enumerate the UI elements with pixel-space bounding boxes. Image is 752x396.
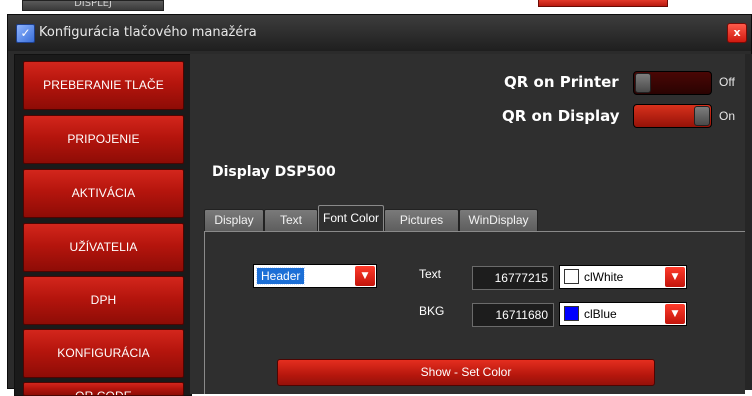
device-title: Display DSP500 xyxy=(212,164,336,180)
sidebar: PREBERANIE TLAČE PRIPOJENIE AKTIVÁCIA UŽ… xyxy=(14,54,192,396)
sidebar-item-aktivacia[interactable]: AKTIVÁCIA xyxy=(23,169,184,218)
main-panel: QR on Printer Off QR on Display On Displ… xyxy=(190,54,745,394)
background-tab: DISPLEJ xyxy=(22,0,164,11)
window-title: Konfigurácia tlačového manažéra xyxy=(39,25,257,40)
element-select[interactable]: Header ▼ xyxy=(253,264,377,288)
background-button xyxy=(538,0,668,7)
chevron-down-icon: ▼ xyxy=(665,267,685,287)
bkg-color-select[interactable]: clBlue ▼ xyxy=(559,302,687,326)
sidebar-item-dph[interactable]: DPH xyxy=(23,276,184,325)
sidebar-item-pripojenie[interactable]: PRIPOJENIE xyxy=(23,115,184,164)
toggle-knob xyxy=(694,106,710,126)
text-color-value[interactable]: 16777215 xyxy=(472,266,554,290)
title-bar[interactable]: ✓ Konfigurácia tlačového manažéra x xyxy=(8,15,751,51)
tab-pictures[interactable]: Pictures xyxy=(384,209,459,231)
tab-font-color[interactable]: Font Color xyxy=(318,205,384,232)
qr-display-toggle[interactable] xyxy=(633,104,712,128)
close-icon: x xyxy=(733,26,741,39)
chevron-down-icon: ▼ xyxy=(355,266,375,286)
bkg-color-name: clBlue xyxy=(584,307,617,321)
bkg-color-label: BKG xyxy=(419,304,445,318)
config-dialog: ✓ Konfigurácia tlačového manažéra x PREB… xyxy=(7,14,752,396)
text-color-select[interactable]: clWhite ▼ xyxy=(559,265,687,289)
text-color-name: clWhite xyxy=(584,270,624,284)
text-color-label: Text xyxy=(419,267,442,281)
qr-display-label: QR on Display xyxy=(502,107,620,125)
text-color-swatch xyxy=(564,269,579,284)
qr-printer-label: QR on Printer xyxy=(504,73,619,91)
sidebar-item-uzivatelia[interactable]: UŽÍVATELIA xyxy=(23,223,184,272)
sidebar-item-preberanie-tlace[interactable]: PREBERANIE TLAČE xyxy=(23,61,184,110)
chevron-down-icon: ▼ xyxy=(665,304,685,324)
qr-printer-state: Off xyxy=(719,75,735,89)
app-check-icon: ✓ xyxy=(16,24,35,43)
show-set-color-button[interactable]: Show - Set Color xyxy=(277,359,655,386)
bkg-color-swatch xyxy=(564,306,579,321)
toggle-knob xyxy=(635,73,651,93)
bkg-color-value[interactable]: 16711680 xyxy=(472,303,554,327)
tab-windisplay[interactable]: WinDisplay xyxy=(459,209,538,231)
sidebar-item-qr-code[interactable]: QR CODE xyxy=(23,382,184,396)
sidebar-item-konfiguracia[interactable]: KONFIGURÁCIA xyxy=(23,329,184,378)
window-right-edge xyxy=(745,54,752,390)
qr-printer-toggle[interactable] xyxy=(633,71,712,95)
element-select-value: Header xyxy=(255,267,306,285)
close-button[interactable]: x xyxy=(727,23,747,43)
tab-text[interactable]: Text xyxy=(264,209,318,231)
tab-display[interactable]: Display xyxy=(204,209,264,231)
qr-display-state: On xyxy=(719,109,736,123)
